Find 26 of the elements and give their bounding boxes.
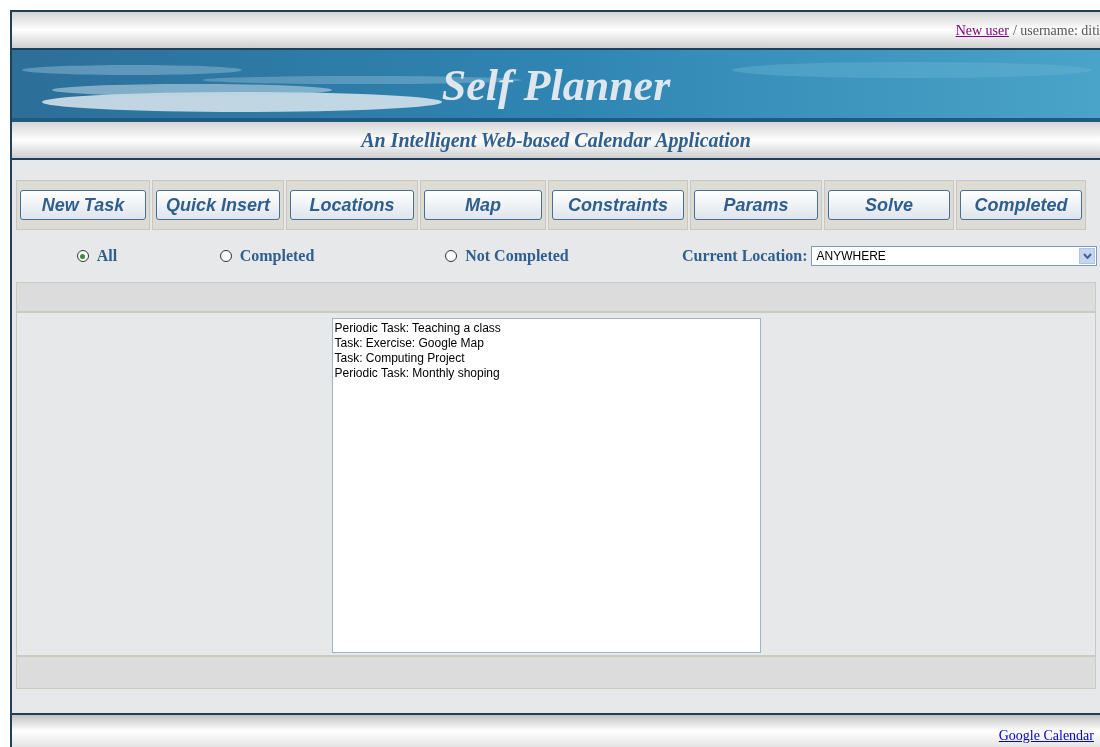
filter-label: Not Completed — [465, 246, 569, 267]
filter-label: All — [96, 246, 118, 266]
nav-button[interactable]: Quick Insert — [156, 190, 280, 220]
nav-button[interactable]: Locations — [290, 190, 414, 220]
task-item[interactable]: Task: Exercise: Google Map — [334, 336, 484, 351]
radio-button[interactable] — [445, 250, 458, 262]
nav-button[interactable]: Solve — [828, 190, 950, 220]
new-user-link[interactable]: New user — [955, 19, 1009, 41]
google-calendar-link[interactable]: Google Calendar — [998, 724, 1094, 746]
nav-button[interactable]: Map — [424, 190, 542, 220]
nav-button[interactable]: Params — [694, 190, 818, 220]
nav-button[interactable]: Constraints — [552, 190, 684, 220]
nav-button[interactable]: Completed — [960, 190, 1082, 220]
radio-button[interactable] — [219, 250, 232, 262]
task-item[interactable]: Periodic Task: Monthly shoping — [334, 366, 500, 381]
filter-label: Completed — [239, 246, 315, 267]
location-dropdown[interactable]: ANYWHERE — [811, 246, 1098, 266]
location-label: Current Location: — [682, 246, 808, 266]
app-subtitle: An Intelligent Web-based Calendar Application — [361, 128, 751, 154]
task-list[interactable]: Periodic Task: Teaching a class Task: Exercise: Google Map Task: Computing Project Periodic Task: Monthly shoping — [331, 318, 761, 653]
nav-button[interactable]: New Task — [20, 190, 146, 220]
app-title: Self Planner — [441, 64, 671, 108]
task-item[interactable]: Task: Computing Project — [334, 351, 465, 366]
username-text: / username: diti — [1012, 21, 1100, 40]
task-item[interactable]: Periodic Task: Teaching a class — [334, 321, 501, 336]
radio-button[interactable] — [76, 250, 89, 262]
